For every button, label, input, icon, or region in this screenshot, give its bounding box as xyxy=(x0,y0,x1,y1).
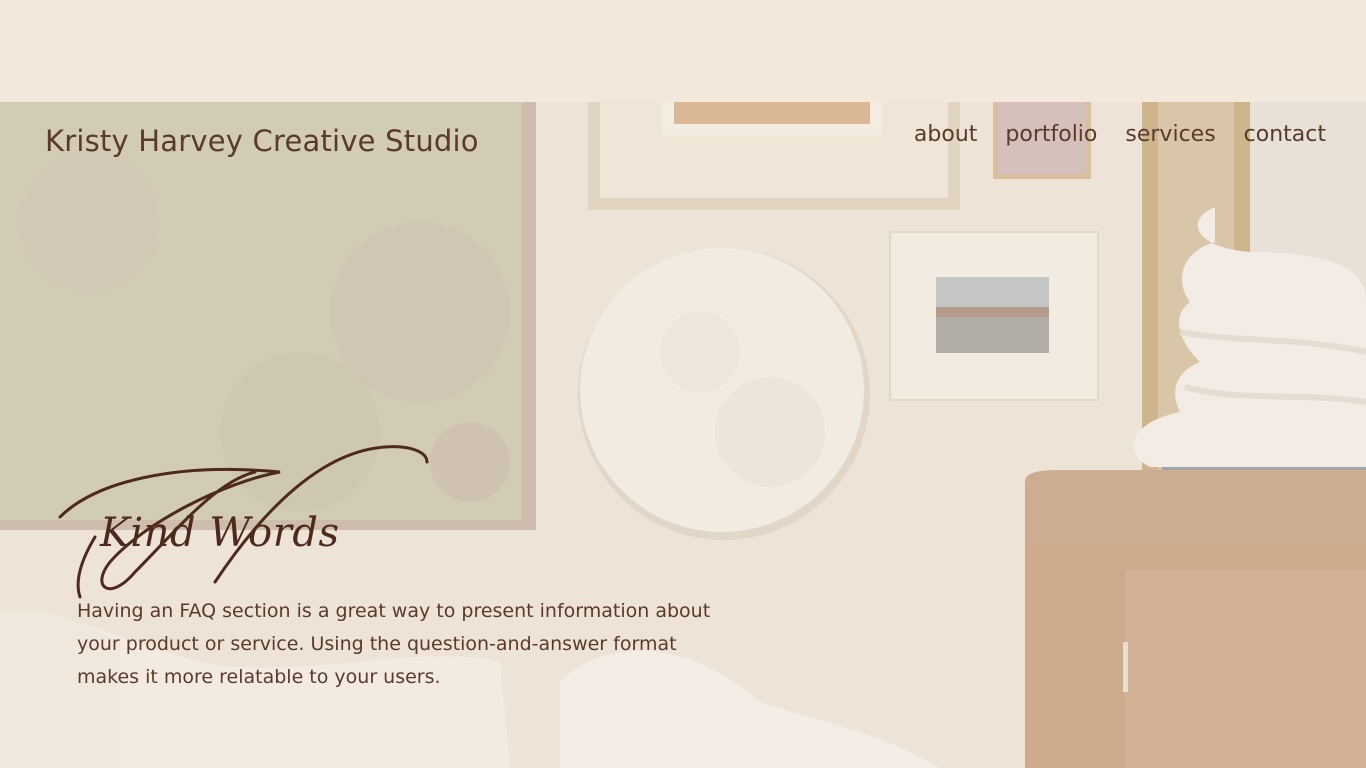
section-heading: Kind Words xyxy=(100,510,340,556)
section-body: Having an FAQ section is a great way to … xyxy=(77,600,711,688)
hero-section: Kristy Harvey Creative Studio about port… xyxy=(0,102,1366,768)
nav-about[interactable]: about xyxy=(914,122,977,147)
nav-portfolio[interactable]: portfolio xyxy=(1005,122,1097,147)
site-brand[interactable]: Kristy Harvey Creative Studio xyxy=(45,124,479,158)
nav-services[interactable]: services xyxy=(1125,122,1215,147)
main-nav: about portfolio services contact xyxy=(914,122,1326,147)
top-band xyxy=(0,0,1366,102)
nav-contact[interactable]: contact xyxy=(1244,122,1326,147)
